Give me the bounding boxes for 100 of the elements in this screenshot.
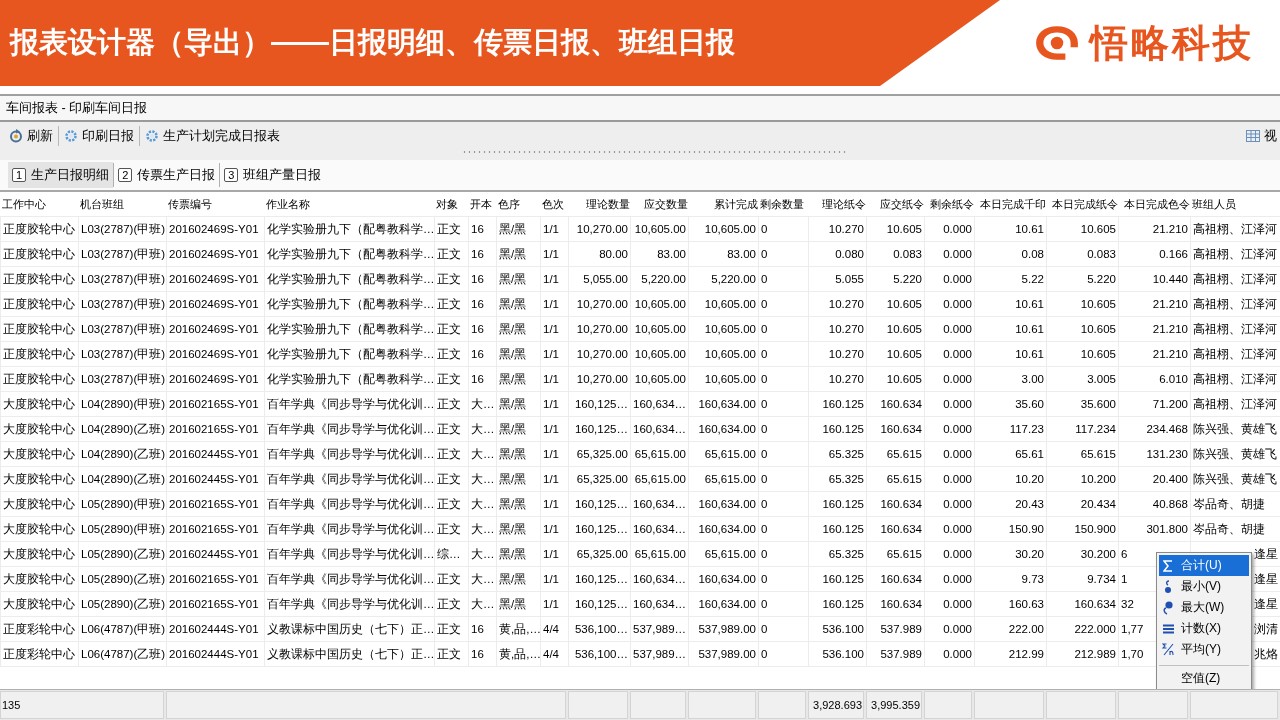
column-header[interactable]: 对象 (434, 192, 469, 217)
table-cell: 10,605.00 (688, 291, 759, 317)
table-cell: 0 (758, 291, 809, 317)
gear-icon (64, 129, 78, 143)
table-cell: 0.000 (924, 316, 975, 342)
table-cell: 正文 (434, 291, 469, 317)
table-cell: 10.270 (808, 316, 867, 342)
column-header[interactable]: 作业名称 (264, 192, 435, 217)
table-cell: 大… (468, 516, 497, 542)
table-cell: 正文 (434, 566, 469, 592)
table-cell: 35.600 (1046, 391, 1119, 417)
column-header[interactable]: 传票编号 (166, 192, 265, 217)
lines-icon (1162, 623, 1174, 634)
table-cell: 160.634 (866, 516, 925, 542)
table-cell: 536.100 (808, 616, 867, 642)
table-cell: 正文 (434, 516, 469, 542)
table-cell: 160,125… (568, 591, 631, 617)
table-cell: 百年学典《同步导学与优化训… (264, 566, 435, 592)
table-cell: 16 (468, 366, 497, 392)
tab[interactable]: 1 生产日报明细 (8, 162, 114, 188)
table-cell: 234.468 (1118, 416, 1191, 442)
table-cell: L05(2890)(甲班) (78, 516, 167, 542)
table-cell: 160,125… (568, 491, 631, 517)
column-header[interactable]: 应交数量 (630, 192, 689, 217)
table-cell: L05(2890)(乙班) (78, 591, 167, 617)
table-cell: 20.434 (1046, 491, 1119, 517)
table-cell: 10,605.00 (630, 216, 689, 242)
toolbar-button[interactable]: 刷新 (6, 125, 56, 147)
window-title: 车间报表 - 印刷车间日报 (6, 99, 148, 117)
table-cell: 0.000 (924, 541, 975, 567)
maximum-icon (1162, 600, 1174, 615)
table-cell: 201602469S-Y01 (166, 266, 265, 292)
table-cell: 0 (758, 266, 809, 292)
column-header[interactable]: 理论纸令 (808, 192, 867, 217)
table-cell: 201602469S-Y01 (166, 241, 265, 267)
table-cell: 65.615 (866, 541, 925, 567)
view-button[interactable]: 视 (1243, 125, 1280, 147)
table-cell: 4/4 (540, 641, 569, 667)
column-header[interactable]: 剩余数量 (758, 192, 809, 217)
table-cell: 65,615.00 (630, 441, 689, 467)
table-cell: 百年学典《同步导学与优化训… (264, 416, 435, 442)
table-cell: 1/1 (540, 266, 569, 292)
toolbar-button[interactable]: 生产计划完成日报表 (142, 125, 283, 147)
table-cell: 10.270 (808, 366, 867, 392)
column-header[interactable]: 色次 (540, 192, 569, 217)
table-cell: 0.000 (924, 266, 975, 292)
table-cell: 10,605.00 (630, 366, 689, 392)
tab[interactable]: 2 传票生产日报 (114, 162, 220, 188)
column-header[interactable]: 累计完成 (688, 192, 759, 217)
table-cell: L04(2890)(乙班) (78, 441, 167, 467)
table-cell: 150.900 (1046, 516, 1119, 542)
table-cell: 10,605.00 (688, 216, 759, 242)
table-cell: 0.000 (924, 466, 975, 492)
table-cell: 10,270.00 (568, 216, 631, 242)
column-header[interactable]: 色序 (496, 192, 541, 217)
table-cell: 16 (468, 291, 497, 317)
column-header[interactable]: 本日完成千印 (974, 192, 1047, 217)
table-cell: 160.125 (808, 516, 867, 542)
grid-icon (1246, 130, 1260, 142)
table-cell: 21.210 (1118, 291, 1191, 317)
table-cell: 16 (468, 616, 497, 642)
table-cell: 21.210 (1118, 216, 1191, 242)
table-cell: 正文 (434, 416, 469, 442)
column-header[interactable]: 本日完成色令 (1118, 192, 1191, 217)
table-cell: 65.325 (808, 541, 867, 567)
table-cell: 百年学典《同步导学与优化训… (264, 391, 435, 417)
table-cell: 10,605.00 (630, 341, 689, 367)
table-cell: 4/4 (540, 616, 569, 642)
table-cell: 正文 (434, 616, 469, 642)
column-header[interactable]: 应交纸令 (866, 192, 925, 217)
table-cell: 10.605 (1046, 316, 1119, 342)
table-cell: 131.230 (1118, 441, 1191, 467)
table-cell: 160,634… (630, 591, 689, 617)
table-cell: 1/1 (540, 441, 569, 467)
column-header[interactable]: 工作中心 (0, 192, 79, 217)
column-header[interactable]: 理论数量 (568, 192, 631, 217)
table-cell: 16 (468, 341, 497, 367)
table-cell: 百年学典《同步导学与优化训… (264, 491, 435, 517)
table-cell: 71.200 (1118, 391, 1191, 417)
tab[interactable]: 3 班组产量日报 (220, 162, 326, 188)
table-cell: 0.000 (924, 366, 975, 392)
table-cell: 大度胶轮中心 (0, 466, 79, 492)
table-cell: 黑/黑 (496, 366, 541, 392)
column-header[interactable]: 剩余纸令 (924, 192, 975, 217)
table-cell: 160.125 (808, 566, 867, 592)
toolbar-button[interactable]: 印刷日报 (61, 125, 137, 147)
column-header[interactable]: 机台班组 (78, 192, 167, 217)
column-header[interactable]: 开本 (468, 192, 497, 217)
table-cell: 5.220 (1046, 266, 1119, 292)
table-cell: 0 (758, 241, 809, 267)
table-cell: 大… (468, 391, 497, 417)
table-cell: 21.210 (1118, 341, 1191, 367)
column-header[interactable]: 本日完成纸令 (1046, 192, 1119, 217)
table-cell: 65,615.00 (688, 466, 759, 492)
table-cell: 0 (758, 391, 809, 417)
column-header[interactable]: 班组人员 (1190, 192, 1280, 217)
table-cell: 1/1 (540, 566, 569, 592)
table-cell: 1/1 (540, 416, 569, 442)
menu-item[interactable]: 合计(U) (1159, 555, 1249, 576)
table-cell: L03(2787)(甲班) (78, 366, 167, 392)
